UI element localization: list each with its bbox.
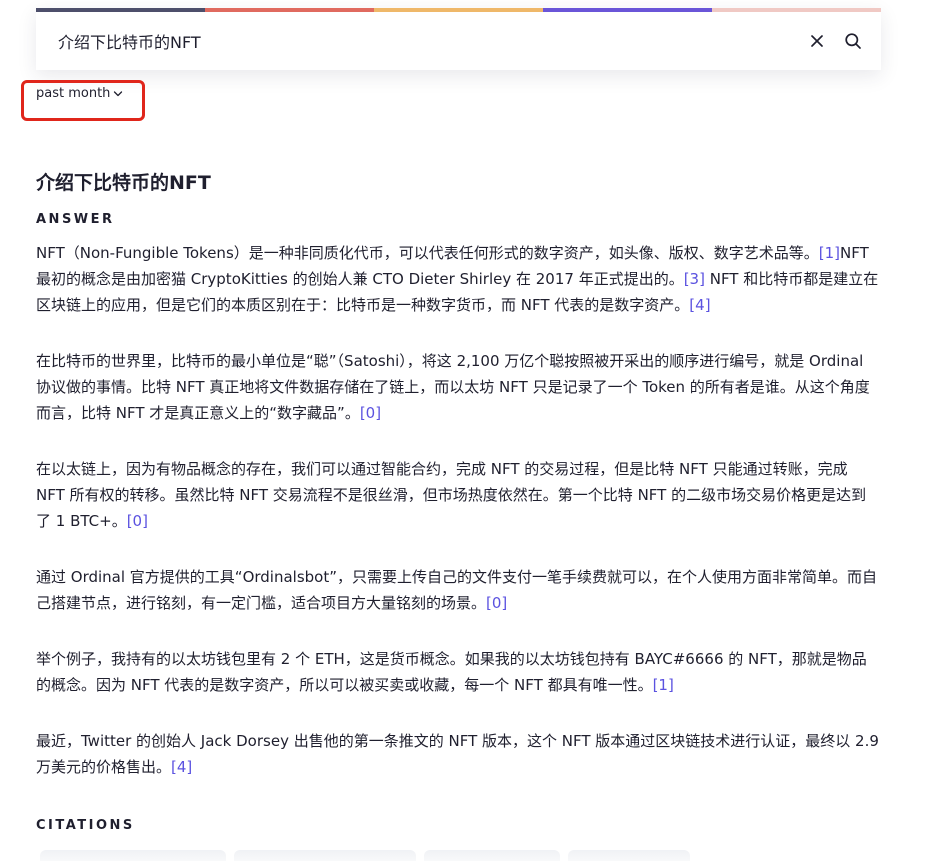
citation-link[interactable]: [3] <box>684 270 705 288</box>
answer-paragraph: 最近，Twitter 的创始人 Jack Dorsey 出售他的第一条推文的 N… <box>36 728 881 780</box>
answer-text: NFT（Non-Fungible Tokens）是一种非同质化代币，可以代表任何… <box>36 244 819 262</box>
time-filter-label: past month <box>36 86 111 101</box>
answer-text: 在以太链上，因为有物品概念的存在，我们可以通过智能合约，完成 NFT 的交易过程… <box>36 460 867 530</box>
citation-link[interactable]: [1] <box>819 244 840 262</box>
answer-paragraph: 举个例子，我持有的以太坊钱包里有 2 个 ETH，这是货币概念。如果我的以太坊钱… <box>36 646 881 698</box>
search-input[interactable] <box>36 12 799 70</box>
search-row <box>36 12 881 70</box>
citation-card[interactable] <box>40 850 226 861</box>
answer-text: 通过 Ordinal 官方提供的工具“Ordinalsbot”，只需要上传自己的… <box>36 568 878 612</box>
search-button[interactable] <box>835 23 871 59</box>
citation-card[interactable] <box>234 850 416 861</box>
chevron-down-icon <box>114 90 123 96</box>
citations-list <box>40 850 690 861</box>
citation-link[interactable]: [4] <box>171 758 192 776</box>
close-icon <box>811 35 823 47</box>
search-icon <box>845 33 861 49</box>
citation-link[interactable]: [0] <box>360 404 381 422</box>
answer-paragraph: NFT（Non-Fungible Tokens）是一种非同质化代币，可以代表任何… <box>36 240 881 318</box>
query-title: 介绍下比特币的NFT <box>36 172 211 194</box>
citation-card[interactable] <box>568 850 690 861</box>
citations-label: CITATIONS <box>36 818 135 833</box>
time-filter-dropdown[interactable]: past month <box>36 86 123 101</box>
answer-paragraph: 在比特币的世界里，比特币的最小单位是“聪”（Satoshi），将这 2,100 … <box>36 348 881 426</box>
answer-text: 在比特币的世界里，比特币的最小单位是“聪”（Satoshi），将这 2,100 … <box>36 352 870 422</box>
citation-link[interactable]: [0] <box>127 512 148 530</box>
answer-paragraph: 通过 Ordinal 官方提供的工具“Ordinalsbot”，只需要上传自己的… <box>36 564 881 616</box>
citation-link[interactable]: [4] <box>689 296 710 314</box>
search-bar <box>36 8 881 70</box>
answer-page: past month 介绍下比特币的NFT ANSWER NFT（Non-Fun… <box>0 0 950 861</box>
answer-text: 举个例子，我持有的以太坊钱包里有 2 个 ETH，这是货币概念。如果我的以太坊钱… <box>36 650 867 694</box>
citation-link[interactable]: [0] <box>486 594 507 612</box>
citation-card[interactable] <box>424 850 560 861</box>
answer-body: NFT（Non-Fungible Tokens）是一种非同质化代币，可以代表任何… <box>36 240 881 810</box>
clear-search-button[interactable] <box>799 23 835 59</box>
answer-paragraph: 在以太链上，因为有物品概念的存在，我们可以通过智能合约，完成 NFT 的交易过程… <box>36 456 881 534</box>
citation-link[interactable]: [1] <box>653 676 674 694</box>
answer-text: 最近，Twitter 的创始人 Jack Dorsey 出售他的第一条推文的 N… <box>36 732 879 776</box>
answer-label: ANSWER <box>36 212 115 227</box>
